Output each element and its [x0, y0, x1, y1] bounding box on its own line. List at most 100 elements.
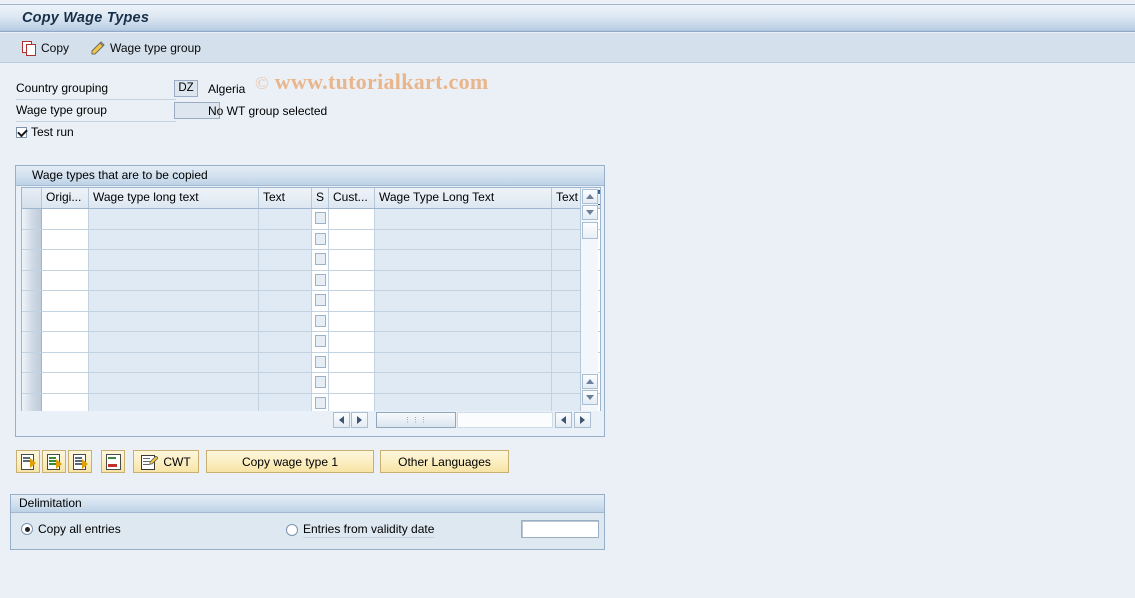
table-cell-s[interactable]	[312, 332, 329, 352]
table-row[interactable]	[22, 291, 600, 312]
hscroll-right-arrow-1[interactable]	[351, 412, 368, 428]
table-cell-select[interactable]	[22, 229, 42, 249]
table-cell-s[interactable]	[312, 373, 329, 393]
delete-entry-button[interactable]	[101, 450, 125, 473]
table-cell-cust[interactable]	[329, 209, 375, 229]
grid-column-header-s[interactable]: S	[312, 188, 329, 208]
table-cell-s[interactable]	[312, 352, 329, 372]
hscroll-right-arrow-2[interactable]	[574, 412, 591, 428]
test-run-checkbox[interactable]	[16, 126, 27, 138]
table-row[interactable]	[22, 332, 600, 353]
copy-button[interactable]: Copy	[18, 37, 73, 59]
table-cell-text1	[259, 373, 312, 393]
row-checkbox[interactable]	[315, 314, 326, 327]
copy-all-entries-radio-row[interactable]: Copy all entries	[21, 522, 121, 536]
scroll-down-arrow[interactable]	[582, 205, 598, 220]
table-cell-cust[interactable]	[329, 332, 375, 352]
table-row[interactable]	[22, 270, 600, 291]
paste-entry-button[interactable]	[68, 450, 92, 473]
row-checkbox[interactable]	[315, 212, 326, 224]
table-cell-select[interactable]	[22, 209, 42, 229]
scroll-thumb[interactable]	[582, 222, 598, 239]
hscroll-left-arrow-1[interactable]	[333, 412, 350, 428]
table-cell-select[interactable]	[22, 352, 42, 372]
cwt-button[interactable]: CWT	[133, 450, 199, 473]
grid-column-header-text1[interactable]: Text	[259, 188, 312, 208]
table-cell-origin[interactable]	[42, 352, 89, 372]
test-run-label: Test run	[31, 125, 74, 139]
table-row[interactable]	[22, 209, 600, 230]
table-cell-cust[interactable]	[329, 311, 375, 331]
table-cell-s[interactable]	[312, 291, 329, 311]
table-cell-text1	[259, 311, 312, 331]
table-cell-origin[interactable]	[42, 311, 89, 331]
table-cell-origin[interactable]	[42, 250, 89, 270]
table-cell-cust[interactable]	[329, 352, 375, 372]
scroll-page-up-arrow[interactable]	[582, 374, 598, 389]
table-cell-origin[interactable]	[42, 373, 89, 393]
table-cell-origin[interactable]	[42, 229, 89, 249]
wage-type-group-button[interactable]: Wage type group	[86, 37, 205, 59]
window-title-bar: Copy Wage Types	[0, 4, 1135, 32]
table-cell-wage_type_long_text	[89, 270, 259, 290]
entries-from-validity-date-radio-row[interactable]: Entries from validity date	[286, 522, 435, 538]
row-checkbox[interactable]	[315, 335, 326, 347]
wage-types-group-box: Wage types that are to be copied Origi..…	[15, 165, 605, 437]
grid-column-header-wage_type_long_text_2[interactable]: Wage Type Long Text	[375, 188, 552, 208]
table-row[interactable]	[22, 250, 600, 271]
table-cell-cust[interactable]	[329, 270, 375, 290]
hscroll-track-1[interactable]	[457, 412, 553, 428]
validity-date-input[interactable]	[521, 520, 599, 538]
table-cell-select[interactable]	[22, 270, 42, 290]
table-cell-wage_type_long_text	[89, 373, 259, 393]
country-grouping-input[interactable]: DZ	[174, 80, 198, 97]
table-cell-select[interactable]	[22, 311, 42, 331]
table-cell-select[interactable]	[22, 332, 42, 352]
hscroll-thumb-1[interactable]: ⋮⋮⋮	[376, 412, 456, 428]
scroll-page-down-arrow[interactable]	[582, 390, 598, 405]
table-row[interactable]	[22, 373, 600, 394]
other-languages-button[interactable]: Other Languages	[380, 450, 509, 473]
table-cell-select[interactable]	[22, 373, 42, 393]
table-cell-origin[interactable]	[42, 270, 89, 290]
table-row[interactable]	[22, 229, 600, 250]
table-cell-s[interactable]	[312, 270, 329, 290]
row-checkbox[interactable]	[315, 232, 326, 245]
table-cell-select[interactable]	[22, 250, 42, 270]
grid-column-header-wage_type_long_text[interactable]: Wage type long text	[89, 188, 259, 208]
table-row[interactable]	[22, 311, 600, 332]
row-checkbox[interactable]	[315, 294, 326, 306]
hscroll-left-arrow-2[interactable]	[555, 412, 572, 428]
grid-vertical-scrollbar[interactable]	[580, 188, 598, 412]
table-row[interactable]	[22, 352, 600, 373]
scroll-up-arrow[interactable]	[582, 189, 598, 204]
row-checkbox[interactable]	[315, 376, 326, 388]
table-cell-cust[interactable]	[329, 291, 375, 311]
copy-wage-type-button[interactable]: Copy wage type 1	[206, 450, 374, 473]
table-cell-wage_type_long_text	[89, 291, 259, 311]
table-cell-s[interactable]	[312, 250, 329, 270]
table-cell-cust[interactable]	[329, 250, 375, 270]
grid-column-header-origin[interactable]: Origi...	[42, 188, 89, 208]
table-cell-s[interactable]	[312, 229, 329, 249]
grid-column-header-cust[interactable]: Cust...	[329, 188, 375, 208]
table-cell-select[interactable]	[22, 291, 42, 311]
row-checkbox[interactable]	[315, 273, 326, 286]
table-cell-origin[interactable]	[42, 332, 89, 352]
row-checkbox[interactable]	[315, 355, 326, 368]
copy-entry-button[interactable]	[42, 450, 66, 473]
entries-from-validity-date-label: Entries from validity date	[303, 522, 435, 538]
insert-entry-button[interactable]	[16, 450, 40, 473]
table-cell-s[interactable]	[312, 311, 329, 331]
row-checkbox[interactable]	[315, 396, 326, 409]
table-cell-origin[interactable]	[42, 209, 89, 229]
table-cell-origin[interactable]	[42, 291, 89, 311]
row-checkbox[interactable]	[315, 253, 326, 265]
grid-column-header-select[interactable]	[22, 188, 42, 208]
test-run-checkbox-row[interactable]: Test run	[16, 125, 74, 139]
copy-all-entries-radio[interactable]	[21, 523, 33, 535]
entries-from-validity-date-radio[interactable]	[286, 524, 298, 536]
table-cell-cust[interactable]	[329, 373, 375, 393]
table-cell-s[interactable]	[312, 209, 329, 229]
table-cell-cust[interactable]	[329, 229, 375, 249]
